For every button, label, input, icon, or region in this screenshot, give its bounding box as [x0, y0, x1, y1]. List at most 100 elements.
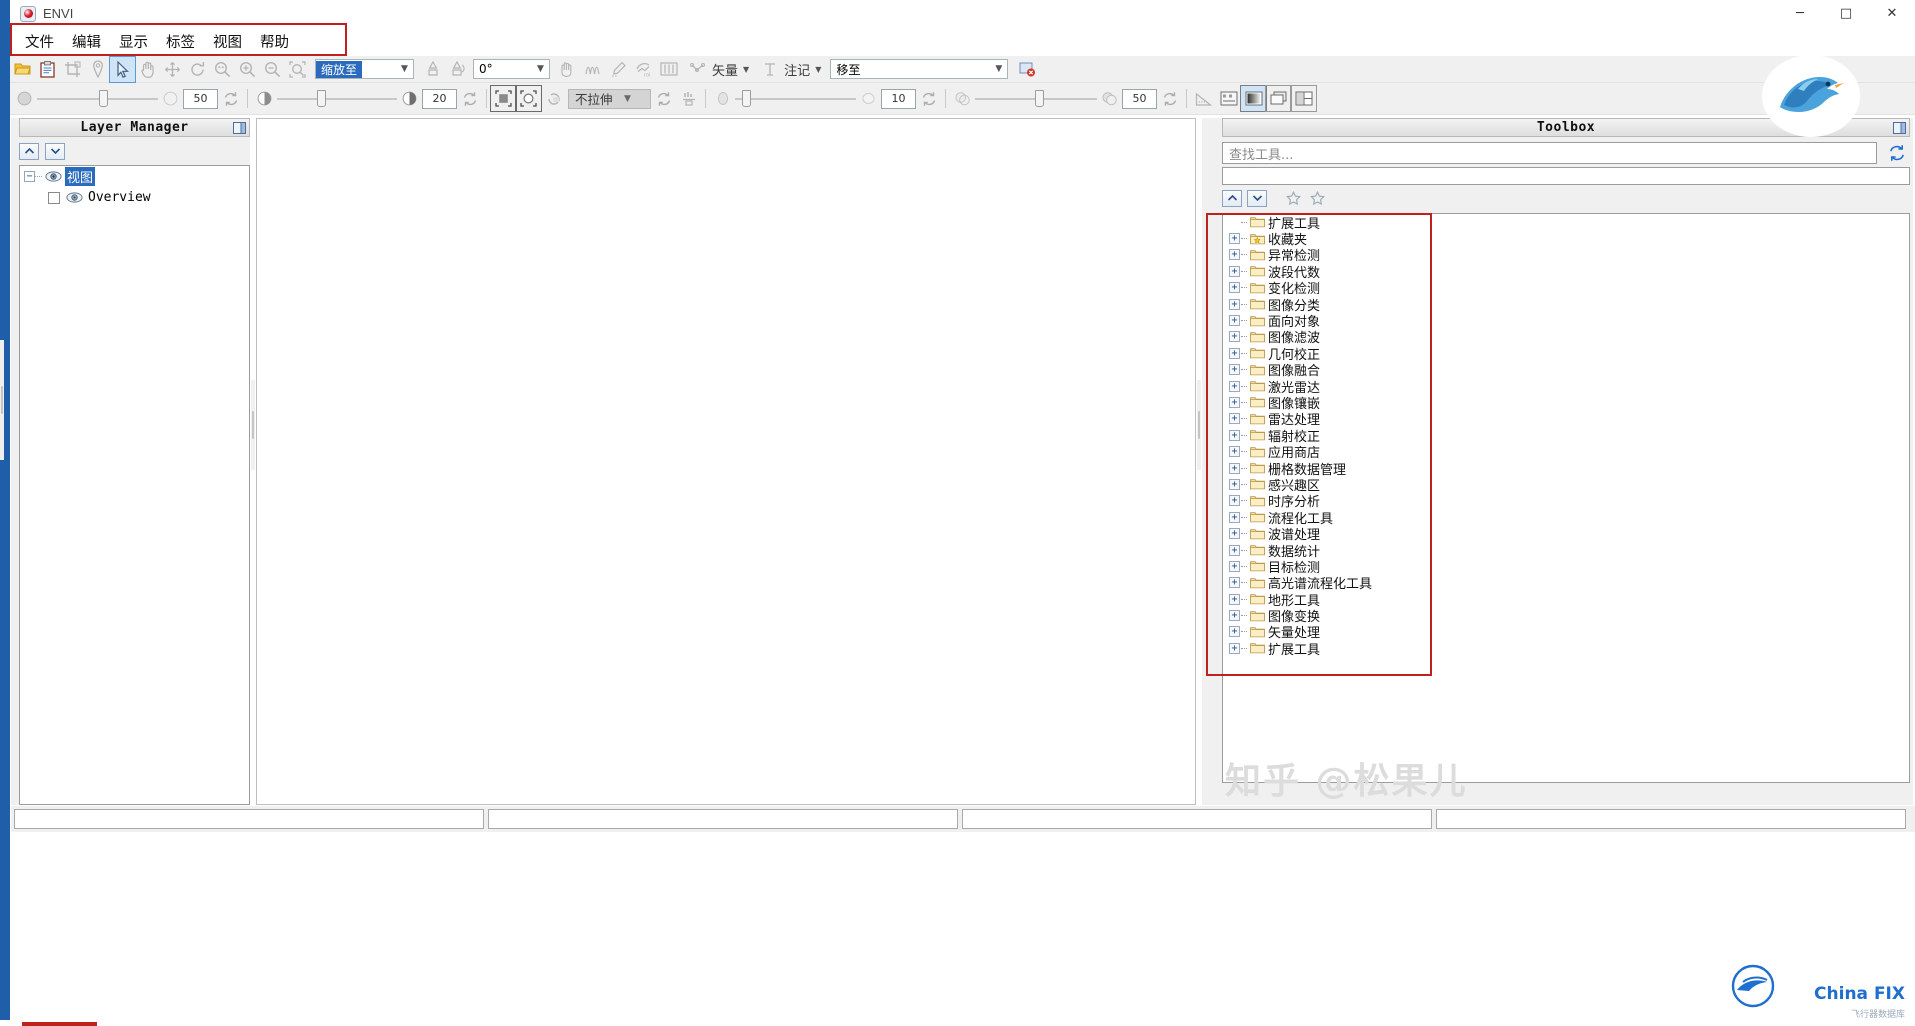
zoom-level-combo[interactable]: 缩放至 ▼: [315, 59, 414, 79]
expander-plus-icon[interactable]: +: [1229, 265, 1240, 277]
minimize-button[interactable]: ─: [1777, 0, 1823, 27]
tool-extensions[interactable]: + 扩展工具: [1223, 640, 1909, 658]
layer-visibility-checkbox[interactable]: [48, 191, 60, 204]
tool-vector[interactable]: + 矢量处理: [1223, 624, 1909, 641]
toolbox-search-input[interactable]: 查找工具...: [1222, 142, 1877, 164]
zoom-out-icon[interactable]: [260, 57, 285, 82]
expander-plus-icon[interactable]: +: [1229, 249, 1240, 261]
refresh-icon[interactable]: [1157, 86, 1182, 111]
layer-overview[interactable]: Overview: [20, 187, 249, 208]
transparency-value[interactable]: 50: [1122, 88, 1157, 109]
contrast-value[interactable]: 20: [422, 88, 457, 109]
tool-workflows[interactable]: + 流程化工具: [1223, 509, 1909, 527]
vector-icon[interactable]: [685, 57, 710, 82]
paste-clipboard-icon[interactable]: [35, 57, 60, 82]
measure-icon[interactable]: [1191, 86, 1216, 111]
expander-plus-icon[interactable]: +: [1229, 642, 1240, 654]
move-icon[interactable]: [160, 57, 185, 82]
expander-plus-icon[interactable]: +: [1229, 478, 1240, 490]
tool-radiometric-correction[interactable]: + 辐射校正: [1223, 427, 1909, 445]
fit-to-data-icon[interactable]: [515, 85, 542, 112]
expander-plus-icon[interactable]: +: [1229, 380, 1240, 392]
rotate-icon[interactable]: [185, 57, 210, 82]
spectral-profile-icon[interactable]: [581, 57, 606, 82]
toolbox-tree[interactable]: 扩展工具 + 收藏夹 + 异常检测 + 波段代数 + 变化检测 + 图像分类 + 面向对象 +…: [1222, 213, 1910, 783]
expander-plus-icon[interactable]: +: [1229, 233, 1240, 245]
tool-hyperspectral-workflows[interactable]: + 高光谱流程化工具: [1223, 575, 1909, 592]
expander-plus-icon[interactable]: +: [1229, 495, 1240, 507]
expander-plus-icon[interactable]: +: [1229, 593, 1240, 605]
crop-icon[interactable]: [60, 57, 85, 82]
expander-plus-icon[interactable]: +: [1229, 315, 1240, 327]
expander-minus-icon[interactable]: −: [24, 171, 35, 182]
tool-band-algebra[interactable]: + 波段代数: [1223, 263, 1909, 281]
expander-plus-icon[interactable]: +: [1229, 347, 1240, 359]
goto-combo[interactable]: 移至 ▼: [830, 59, 1009, 79]
scalebar-icon[interactable]: [1216, 86, 1241, 111]
select-arrow-icon[interactable]: [109, 55, 136, 83]
chevron-down-icon[interactable]: ▼: [532, 60, 549, 78]
refresh-icon[interactable]: [1884, 142, 1910, 164]
tool-regions-of-interest[interactable]: + 感兴趣区: [1223, 476, 1909, 494]
layer-tree[interactable]: − 视图 Overview: [19, 165, 250, 805]
vector-menu-label[interactable]: 矢量: [710, 60, 740, 79]
left-splitter-handle[interactable]: [0, 340, 4, 460]
favorite-add-button[interactable]: [1284, 189, 1303, 207]
tool-anomaly-detection[interactable]: + 异常检测: [1223, 247, 1909, 264]
tool-transform[interactable]: + 图像变换: [1223, 607, 1909, 625]
move-down-button[interactable]: [45, 142, 65, 160]
refresh-icon[interactable]: [457, 86, 482, 111]
tool-image-fusion[interactable]: + 图像融合: [1223, 362, 1909, 379]
tool-radar[interactable]: + 雷达处理: [1223, 411, 1909, 428]
tool-spectral[interactable]: + 波谱处理: [1223, 525, 1909, 543]
tool-classification[interactable]: + 图像分类: [1223, 296, 1909, 314]
tile-view-icon[interactable]: [1265, 85, 1292, 112]
slider-thumb[interactable]: [742, 89, 751, 107]
map-toolbox-splitter[interactable]: [1197, 380, 1201, 470]
split-view-icon[interactable]: [1290, 85, 1317, 112]
pan-hand-icon[interactable]: [135, 57, 160, 82]
north-up-icon[interactable]: [420, 57, 445, 82]
tool-geometric-correction[interactable]: + 几何校正: [1223, 345, 1909, 363]
refresh-icon[interactable]: [651, 86, 676, 111]
expander-plus-icon[interactable]: +: [1229, 610, 1240, 622]
favorite-remove-button[interactable]: [1308, 189, 1327, 207]
crosshair-icon[interactable]: [556, 57, 581, 82]
expander-plus-icon[interactable]: +: [1229, 544, 1240, 556]
tool-statistics[interactable]: + 数据统计: [1223, 542, 1909, 560]
slider-thumb[interactable]: [1035, 89, 1044, 107]
chevron-down-icon[interactable]: ▼: [990, 60, 1007, 78]
tool-raster-management[interactable]: + 栅格数据管理: [1223, 460, 1909, 478]
chevron-down-icon[interactable]: ▼: [396, 60, 413, 78]
tool-filter[interactable]: + 图像滤波: [1223, 329, 1909, 346]
eye-icon[interactable]: [66, 191, 83, 205]
expander-plus-icon[interactable]: +: [1229, 429, 1240, 441]
maximize-button[interactable]: □: [1823, 0, 1869, 27]
menu-item-display[interactable]: 显示: [110, 27, 157, 56]
expander-plus-icon[interactable]: +: [1229, 413, 1240, 425]
expander-plus-icon[interactable]: +: [1229, 560, 1240, 572]
expander-plus-icon[interactable]: +: [1229, 626, 1240, 638]
rotation-angle-combo[interactable]: 0° ▼: [473, 59, 550, 79]
region-roi-icon[interactable]: roi: [631, 57, 656, 82]
refresh-icon[interactable]: [218, 86, 243, 111]
collapse-all-button[interactable]: [1222, 189, 1242, 207]
eye-icon[interactable]: [45, 170, 62, 184]
histogram-icon[interactable]: [676, 86, 701, 111]
expander-plus-icon[interactable]: +: [1229, 331, 1240, 343]
chevron-down-icon[interactable]: ▼: [619, 94, 637, 104]
expander-plus-icon[interactable]: +: [1229, 462, 1240, 474]
expander-plus-icon[interactable]: +: [1229, 396, 1240, 408]
layer-map-splitter[interactable]: [251, 380, 255, 470]
image-canvas[interactable]: [256, 118, 1196, 805]
expander-plus-icon[interactable]: +: [1229, 282, 1240, 294]
pin-marker-icon[interactable]: [85, 57, 110, 82]
flag-error-icon[interactable]: [1014, 57, 1039, 82]
pin-panel-icon[interactable]: [1891, 120, 1907, 135]
menu-item-file[interactable]: 文件: [16, 27, 63, 56]
menu-item-help[interactable]: 帮助: [251, 27, 298, 56]
contrast-slider[interactable]: [277, 89, 397, 107]
expander-plus-icon[interactable]: +: [1229, 298, 1240, 310]
stretch-combo[interactable]: 不拉伸 ▼: [568, 88, 651, 109]
close-button[interactable]: ✕: [1869, 0, 1915, 27]
